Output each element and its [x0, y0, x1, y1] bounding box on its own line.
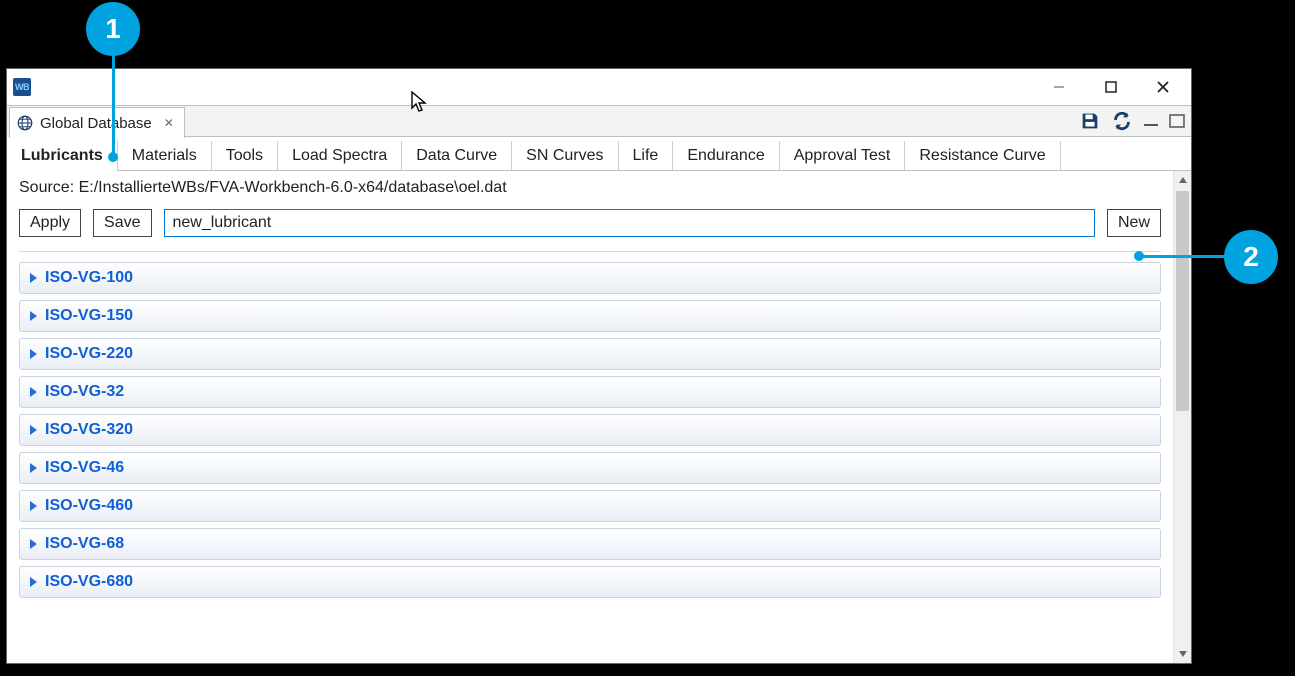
- tab-approval-test[interactable]: Approval Test: [780, 141, 906, 170]
- refresh-icon[interactable]: [1111, 110, 1133, 132]
- document-tab-close-icon[interactable]: ✕: [158, 116, 174, 130]
- document-tab-strip: Global Database ✕: [7, 105, 1191, 137]
- lubricant-list: ISO-VG-100 ISO-VG-150 ISO-VG-220 ISO-VG-…: [19, 251, 1161, 663]
- source-path-label: Source: E:/InstallierteWBs/FVA-Workbench…: [19, 179, 1161, 197]
- list-item-label: ISO-VG-32: [45, 383, 124, 401]
- titlebar: WB: [7, 69, 1191, 105]
- apply-button[interactable]: Apply: [19, 209, 81, 237]
- list-item[interactable]: ISO-VG-150: [19, 300, 1161, 332]
- list-item[interactable]: ISO-VG-46: [19, 452, 1161, 484]
- chevron-right-icon: [30, 577, 37, 587]
- scroll-up-icon[interactable]: [1174, 171, 1191, 189]
- list-item-label: ISO-VG-320: [45, 421, 133, 439]
- app-window: WB Global Databa: [6, 68, 1192, 664]
- list-item[interactable]: ISO-VG-320: [19, 414, 1161, 446]
- tab-lubricants[interactable]: Lubricants: [7, 141, 118, 170]
- chevron-right-icon: [30, 311, 37, 321]
- list-item[interactable]: ISO-VG-460: [19, 490, 1161, 522]
- list-item[interactable]: ISO-VG-32: [19, 376, 1161, 408]
- tab-data-curve[interactable]: Data Curve: [402, 141, 512, 170]
- app-icon: WB: [13, 78, 31, 96]
- list-item[interactable]: ISO-VG-220: [19, 338, 1161, 370]
- window-minimize-button[interactable]: [1033, 69, 1085, 105]
- list-item-label: ISO-VG-46: [45, 459, 124, 477]
- chevron-right-icon: [30, 273, 37, 283]
- scroll-thumb[interactable]: [1176, 191, 1189, 411]
- vertical-scrollbar[interactable]: [1173, 171, 1191, 663]
- category-tabs: Lubricants Materials Tools Load Spectra …: [7, 137, 1191, 171]
- callout-2: 2: [1224, 230, 1278, 284]
- globe-icon: [16, 114, 34, 132]
- callout-2-dot: [1134, 251, 1144, 261]
- chevron-right-icon: [30, 501, 37, 511]
- list-item[interactable]: ISO-VG-100: [19, 262, 1161, 294]
- minimize-view-icon[interactable]: [1143, 114, 1159, 128]
- callout-1-line: [112, 54, 115, 154]
- maximize-view-icon[interactable]: [1169, 114, 1185, 128]
- save-icon[interactable]: [1079, 110, 1101, 132]
- tab-sn-curves[interactable]: SN Curves: [512, 141, 618, 170]
- content-panel: Source: E:/InstallierteWBs/FVA-Workbench…: [7, 171, 1173, 663]
- chevron-right-icon: [30, 387, 37, 397]
- chevron-right-icon: [30, 463, 37, 473]
- callout-1: 1: [86, 2, 140, 56]
- list-item-label: ISO-VG-68: [45, 535, 124, 553]
- list-item-label: ISO-VG-150: [45, 307, 133, 325]
- tab-tools[interactable]: Tools: [212, 141, 278, 170]
- chevron-right-icon: [30, 349, 37, 359]
- list-item-label: ISO-VG-100: [45, 269, 133, 287]
- document-tab-title: Global Database: [40, 115, 152, 132]
- window-close-button[interactable]: [1137, 69, 1189, 105]
- document-tab-global-database[interactable]: Global Database ✕: [9, 107, 185, 138]
- new-button[interactable]: New: [1107, 209, 1161, 237]
- chevron-right-icon: [30, 425, 37, 435]
- tab-life[interactable]: Life: [619, 141, 674, 170]
- window-maximize-button[interactable]: [1085, 69, 1137, 105]
- list-item[interactable]: ISO-VG-680: [19, 566, 1161, 598]
- list-item-label: ISO-VG-220: [45, 345, 133, 363]
- tab-endurance[interactable]: Endurance: [673, 141, 779, 170]
- list-item-label: ISO-VG-680: [45, 573, 133, 591]
- scroll-down-icon[interactable]: [1174, 645, 1191, 663]
- callout-2-line: [1142, 255, 1226, 258]
- list-item[interactable]: ISO-VG-68: [19, 528, 1161, 560]
- tab-materials[interactable]: Materials: [118, 141, 212, 170]
- save-button[interactable]: Save: [93, 209, 151, 237]
- list-item-label: ISO-VG-460: [45, 497, 133, 515]
- tab-load-spectra[interactable]: Load Spectra: [278, 141, 402, 170]
- name-input[interactable]: [164, 209, 1095, 237]
- callout-1-dot: [108, 152, 118, 162]
- chevron-right-icon: [30, 539, 37, 549]
- tab-resistance-curve[interactable]: Resistance Curve: [905, 141, 1060, 170]
